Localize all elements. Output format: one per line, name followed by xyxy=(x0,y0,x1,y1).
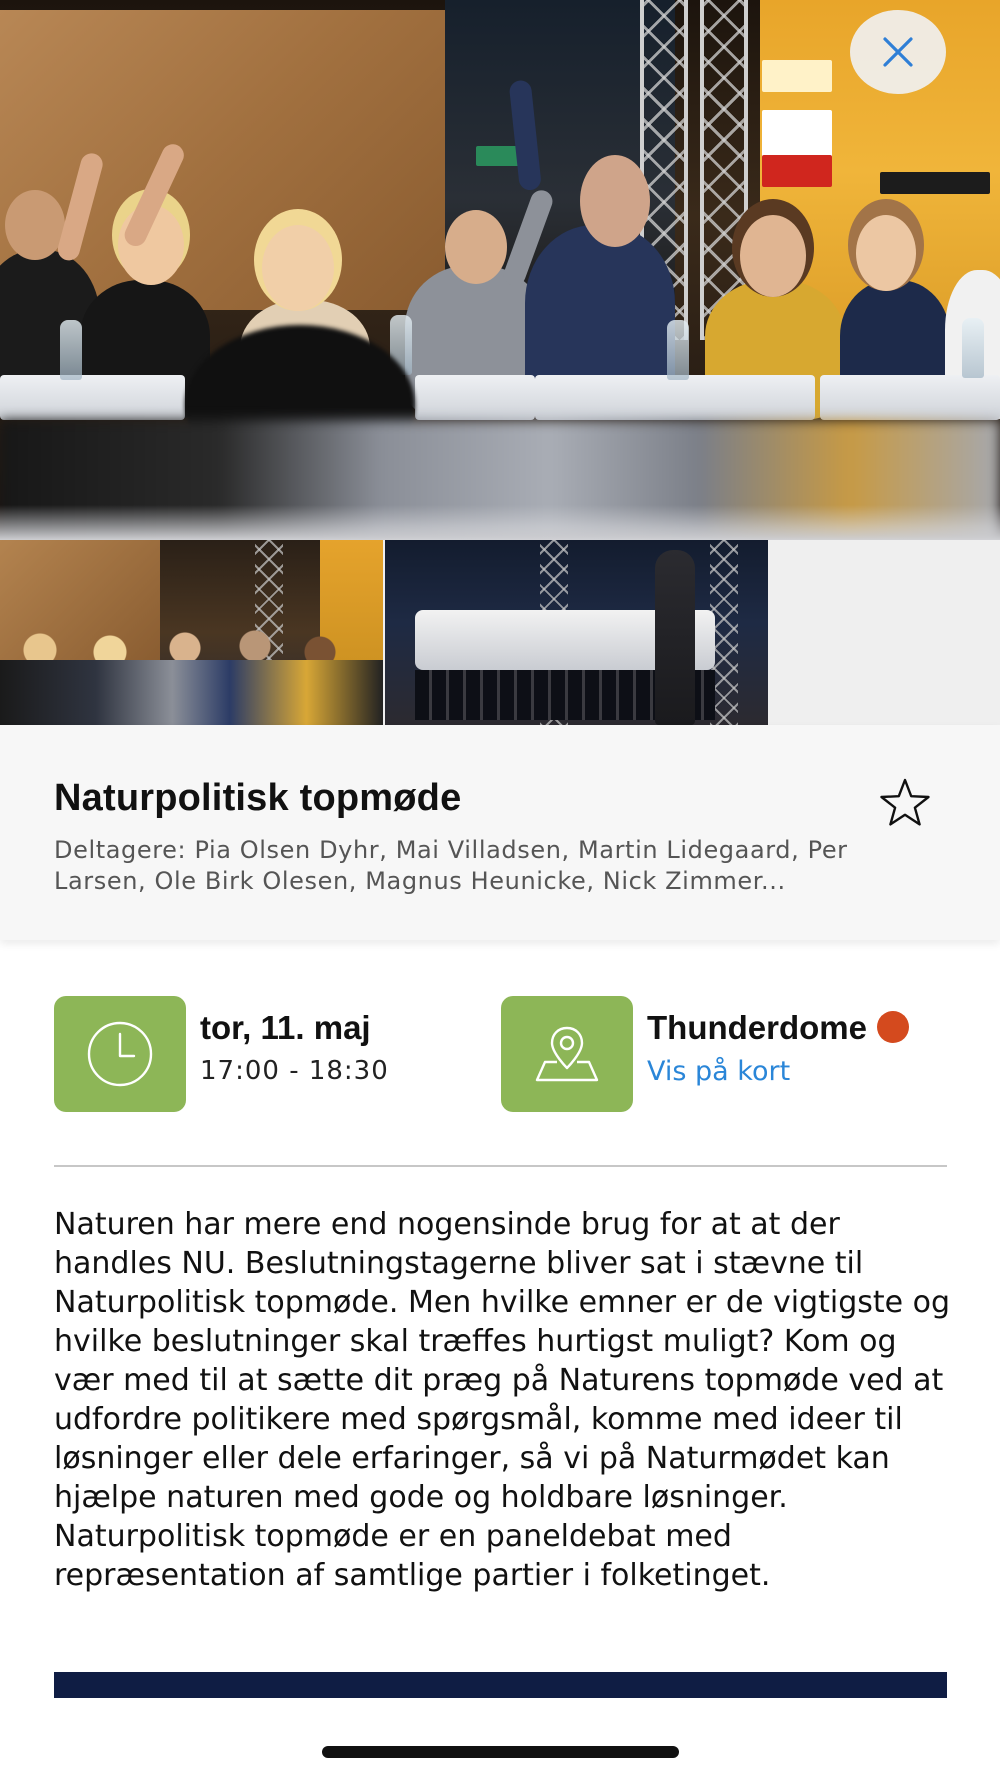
panel-table xyxy=(820,375,1000,420)
sponsor-logo xyxy=(762,60,832,92)
home-indicator[interactable] xyxy=(322,1746,679,1758)
sponsor-logo xyxy=(880,172,990,194)
time-icon-tile xyxy=(54,996,186,1112)
event-location: Thunderdome xyxy=(647,1009,867,1046)
sponsor-logo xyxy=(762,155,832,187)
event-time: 17:00 - 18:30 xyxy=(200,1056,389,1086)
event-title-card: Naturpolitisk topmøde Deltagere: Pia Ols… xyxy=(0,725,1000,940)
water-bottle xyxy=(60,320,82,380)
panelist-head xyxy=(580,155,650,247)
panelist-head xyxy=(262,225,334,311)
panelist-head xyxy=(445,210,507,284)
live-status-dot xyxy=(877,1011,909,1043)
panel-table xyxy=(415,375,535,420)
gallery-thumbnail-1[interactable] xyxy=(0,540,383,725)
participants-list[interactable]: Deltagere: Pia Olsen Dyhr, Mai Villadsen… xyxy=(54,835,944,897)
thumb-bodies xyxy=(0,660,383,725)
favorite-button[interactable] xyxy=(872,770,938,836)
panelist-head xyxy=(856,215,916,291)
show-on-map-link[interactable]: Vis på kort xyxy=(647,1056,790,1087)
event-info-row: tor, 11. maj 17:00 - 18:30 Thunderdome V… xyxy=(54,996,948,1112)
event-description: Naturen har mere end nogensinde brug for… xyxy=(54,1207,951,1593)
panelist-head xyxy=(5,190,65,260)
water-bottle xyxy=(962,318,984,378)
close-icon xyxy=(883,37,913,67)
date-time-block: tor, 11. maj 17:00 - 18:30 xyxy=(200,1008,490,1086)
section-divider xyxy=(54,1165,947,1167)
location-block: Thunderdome Vis på kort xyxy=(647,1008,947,1087)
event-detail-screen: Naturpolitisk topmøde Deltagere: Pia Ols… xyxy=(0,0,1000,1778)
clock-icon xyxy=(87,1021,153,1087)
panelist-head xyxy=(740,215,806,297)
map-pin-icon xyxy=(535,1026,599,1082)
location-line: Thunderdome xyxy=(647,1008,947,1048)
close-button[interactable] xyxy=(850,10,946,94)
event-hero-photo[interactable] xyxy=(0,0,1000,540)
location-icon-tile[interactable] xyxy=(501,996,633,1112)
panel-table xyxy=(535,375,815,420)
gallery-thumbnail-2[interactable] xyxy=(385,540,768,725)
panel-table xyxy=(0,375,185,420)
water-bottle xyxy=(667,320,689,380)
hero-fade xyxy=(0,505,1000,540)
footer-accent-bar xyxy=(54,1672,947,1698)
star-outline-icon xyxy=(880,778,930,826)
thumb-standing-person xyxy=(655,550,695,725)
event-date: tor, 11. maj xyxy=(200,1009,371,1046)
event-title: Naturpolitisk topmøde xyxy=(54,777,462,819)
sponsor-logo xyxy=(762,110,832,160)
photo-gallery-strip xyxy=(0,540,1000,725)
